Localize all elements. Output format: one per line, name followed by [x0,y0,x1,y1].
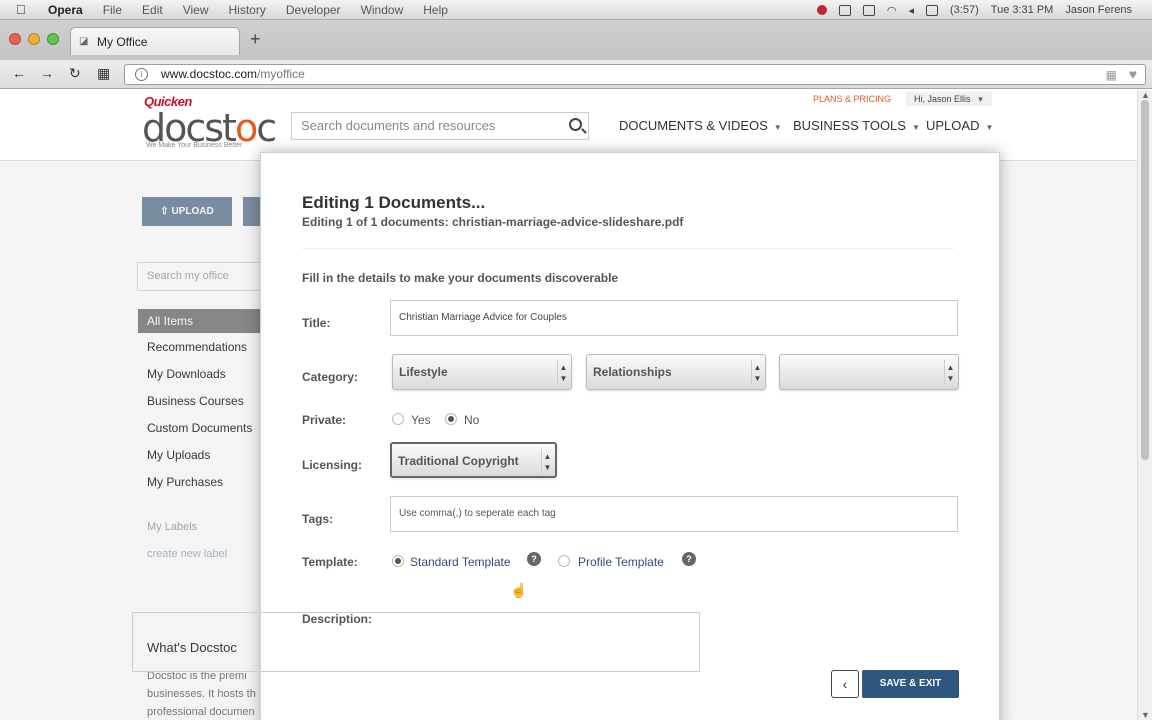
page-scrollbar[interactable]: ▲ ▼ [1137,90,1152,720]
window-controls [9,33,59,45]
battery-icon[interactable] [926,4,939,16]
profile-template-radio[interactable] [558,555,570,567]
new-tab-plus-icon[interactable]: + [250,29,261,50]
web-page: Quicken docstoc We Make Your Business Be… [0,90,1137,720]
close-window-icon[interactable] [9,33,21,45]
url-path: /myoffice [257,67,305,81]
scroll-up-icon[interactable]: ▲ [1141,90,1150,100]
tags-label: Tags: [302,512,334,526]
nav-documents-videos[interactable]: DOCUMENTS & VIDEOS ▼ [619,118,782,133]
mac-menubar:  Opera File Edit View History Developer… [0,0,1152,20]
minimize-window-icon[interactable] [28,33,40,45]
site-search-input[interactable]: Search documents and resources [291,112,589,140]
profile-template-label[interactable]: Profile Template [578,555,664,569]
save-exit-button[interactable]: SAVE & EXIT [862,670,959,698]
modal-divider [302,248,954,249]
scroll-down-icon[interactable]: ▼ [1141,710,1150,720]
category-select-2[interactable]: Relationships ▲ ▼ [586,354,766,390]
template-label: Template: [302,555,358,569]
title-field[interactable]: Christian Marriage Advice for Couples [390,300,958,336]
wifi-icon[interactable]: ◠ [887,4,897,17]
back-arrow-icon[interactable]: ← [12,65,26,81]
url-host: www.docstoc.com [161,67,258,81]
speed-dial-icon[interactable]: ▦ [97,65,110,82]
hand-cursor-icon: ☝ [510,582,528,598]
menu-developer[interactable]: Developer [286,3,341,17]
browser-toolbar: ← → ↻ ▦ i www.docstoc.com/myoffice ▦ ♥ [0,60,1152,89]
private-no-radio[interactable] [445,413,457,425]
nav-upload[interactable]: UPLOAD ▼ [926,118,993,133]
apple-icon[interactable]:  [16,2,30,17]
tags-field[interactable]: Use comma(,) to seperate each tag [390,496,958,532]
menu-history[interactable]: History [229,3,266,17]
title-label: Title: [302,316,331,330]
site-info-icon[interactable]: i [135,68,148,81]
rss-icon[interactable]: ▦ [1106,66,1117,85]
user-menu[interactable]: Hi, Jason Ellis ▼ [906,92,993,106]
battery-text: (3:57) [950,4,979,16]
menu-file[interactable]: File [103,3,122,17]
plans-pricing-link[interactable]: PLANS & PRICING [813,94,891,104]
docstoc-favicon-icon: ◪ [79,35,89,47]
licensing-label: Licensing: [302,458,363,472]
browser-tab-bar: ◪ My Office + [0,20,1152,60]
description-textarea[interactable] [132,612,700,672]
logo-tagline: We Make Your Business Better [146,142,243,149]
tab-my-office[interactable]: ◪ My Office [70,27,240,55]
select-arrows-icon: ▲ ▼ [751,360,763,384]
scrollbar-thumb[interactable] [1141,100,1149,460]
private-no-label[interactable]: No [464,413,479,427]
tab-title: My Office [97,34,148,49]
window-icon[interactable] [862,4,875,16]
modal-title: Editing 1 Documents... [302,193,486,212]
select-arrows-icon: ▲ ▼ [557,360,569,384]
category-label: Category: [302,370,359,384]
chevron-down-icon: ▼ [976,95,985,104]
category-select-1[interactable]: Lifestyle ▲ ▼ [392,354,572,390]
help-question-icon[interactable]: ? [527,552,541,566]
modal-instructions: Fill in the details to make your documen… [302,271,619,285]
site-search-placeholder: Search documents and resources [301,118,496,133]
zoom-window-icon[interactable] [47,33,59,45]
modal-subtitle: Editing 1 of 1 documents: christian-marr… [302,215,684,229]
menubar-user[interactable]: Jason Ferens [1065,4,1132,16]
select-arrows-icon: ▲ ▼ [944,360,956,384]
menubar-status-area: ◠ ◂ (3:57) Tue 3:31 PM Jason Ferens [816,0,1132,20]
private-yes-label[interactable]: Yes [411,413,431,427]
private-yes-radio[interactable] [392,413,404,425]
reload-icon[interactable]: ↻ [69,65,81,82]
chevron-down-icon: ▼ [985,123,994,132]
clock[interactable]: Tue 3:31 PM [991,4,1054,16]
help-question-icon[interactable]: ? [682,552,696,566]
search-icon[interactable] [569,118,582,131]
chevron-down-icon: ▼ [773,123,782,132]
menu-app-opera[interactable]: Opera [48,3,83,17]
previous-button[interactable]: ‹ [831,670,859,698]
volume-icon[interactable]: ◂ [908,4,914,17]
forward-arrow-icon[interactable]: → [40,65,54,81]
select-arrows-icon: ▲ ▼ [541,449,553,473]
nav-business-tools[interactable]: BUSINESS TOOLS ▼ [793,118,920,133]
private-label: Private: [302,413,347,427]
standard-template-radio[interactable] [392,555,404,567]
bookmark-heart-icon[interactable]: ♥ [1129,65,1137,84]
record-icon[interactable] [816,5,827,15]
menu-view[interactable]: View [183,3,209,17]
licensing-select[interactable]: Traditional Copyright ▲ ▼ [390,442,557,478]
chevron-down-icon: ▼ [911,123,920,132]
display-icon[interactable] [838,4,851,16]
address-bar[interactable]: i www.docstoc.com/myoffice ▦ ♥ [124,64,1146,85]
menu-help[interactable]: Help [423,3,448,17]
menu-edit[interactable]: Edit [142,3,163,17]
category-select-3[interactable]: ▲ ▼ [779,354,959,390]
menu-window[interactable]: Window [361,3,404,17]
standard-template-label[interactable]: Standard Template [410,555,511,569]
